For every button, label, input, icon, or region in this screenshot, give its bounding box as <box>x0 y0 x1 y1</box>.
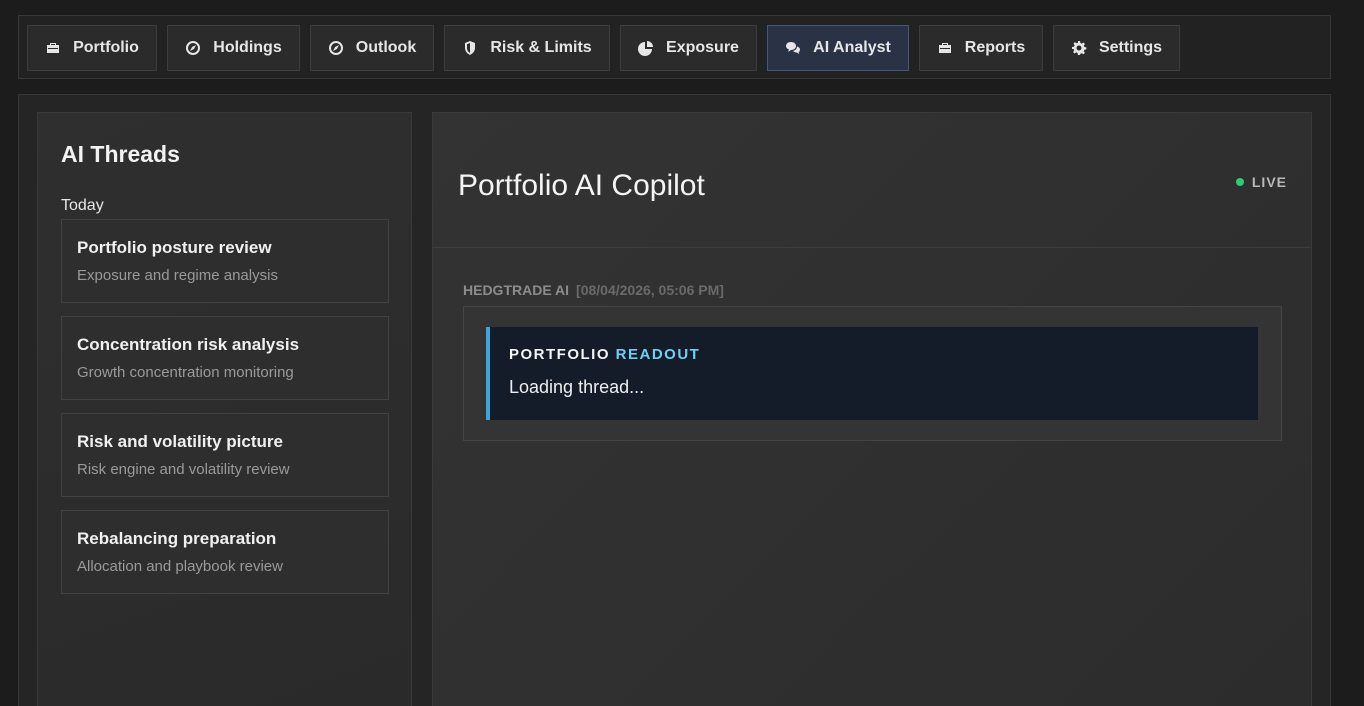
threads-sidebar: AI Threads Today Portfolio posture revie… <box>37 112 412 706</box>
thread-title: Portfolio posture review <box>77 238 272 257</box>
thread-item[interactable]: Rebalancing preparation Allocation and p… <box>61 510 389 594</box>
tab-settings[interactable]: Settings <box>1053 25 1180 71</box>
message-timestamp: [08/04/2026, 05:06 PM] <box>576 282 724 298</box>
live-status-label: LIVE <box>1251 174 1287 190</box>
chat-icon <box>785 40 801 56</box>
tab-label: Settings <box>1098 39 1163 56</box>
copilot-panel: Portfolio AI Copilot LIVE HEDGTRADE AI [0… <box>432 112 1312 706</box>
tab-label: Portfolio <box>73 39 139 56</box>
message-card: PORTFOLIO READOUT Loading thread... <box>463 306 1282 441</box>
tab-exposure[interactable]: Exposure <box>620 25 757 71</box>
thread-item[interactable]: Portfolio posture review Exposure and re… <box>61 219 389 303</box>
thread-subtitle: Risk engine and volatility review <box>77 461 290 478</box>
compass-icon <box>328 40 344 56</box>
thread-item[interactable]: Risk and volatility picture Risk engine … <box>61 413 389 497</box>
tab-label: Risk & Limits <box>490 39 592 56</box>
tab-holdings[interactable]: Holdings <box>167 25 300 71</box>
tab-ai-analyst[interactable]: AI Analyst <box>767 25 909 71</box>
tab-risk-limits[interactable]: Risk & Limits <box>444 25 610 71</box>
live-status-badge: LIVE <box>1235 174 1287 190</box>
thread-title: Rebalancing preparation <box>77 529 277 548</box>
thread-subtitle: Allocation and playbook review <box>77 558 283 575</box>
thread-item[interactable]: Concentration risk analysis Growth conce… <box>61 316 389 400</box>
message-meta: HEDGTRADE AI [08/04/2026, 05:06 PM] <box>463 282 724 298</box>
gear-icon <box>1071 40 1087 56</box>
top-navigation: Portfolio Holdings Outlook Risk & Limits… <box>18 15 1331 79</box>
readout-title-main: PORTFOLIO <box>509 346 610 363</box>
tab-outlook[interactable]: Outlook <box>310 25 434 71</box>
thread-subtitle: Growth concentration monitoring <box>77 364 294 381</box>
copilot-title: Portfolio AI Copilot <box>458 169 705 202</box>
shield-icon <box>462 40 478 56</box>
tab-portfolio[interactable]: Portfolio <box>27 25 157 71</box>
readout-title-accent: READOUT <box>615 346 701 363</box>
readout-body: Loading thread... <box>509 377 645 397</box>
thread-title: Concentration risk analysis <box>77 335 300 354</box>
readout-title: PORTFOLIO READOUT <box>509 346 700 363</box>
readout-block: PORTFOLIO READOUT Loading thread... <box>486 327 1258 420</box>
thread-title: Risk and volatility picture <box>77 432 283 451</box>
thread-subtitle: Exposure and regime analysis <box>77 267 278 284</box>
tab-label: Holdings <box>213 39 282 56</box>
tab-label: Exposure <box>666 39 739 56</box>
copilot-header: Portfolio AI Copilot LIVE <box>433 113 1311 248</box>
briefcase-icon <box>937 40 953 56</box>
tab-reports[interactable]: Reports <box>919 25 1043 71</box>
tab-label: Outlook <box>355 39 417 56</box>
tab-label: AI Analyst <box>813 39 891 56</box>
pie-chart-icon <box>638 40 654 56</box>
message-author: HEDGTRADE AI <box>463 282 570 298</box>
briefcase-icon <box>45 40 61 56</box>
status-dot-icon <box>1235 178 1244 186</box>
thread-group-label: Today <box>61 197 104 214</box>
compass-icon <box>185 40 201 56</box>
threads-title: AI Threads <box>61 141 180 167</box>
tab-label: Reports <box>964 39 1026 56</box>
